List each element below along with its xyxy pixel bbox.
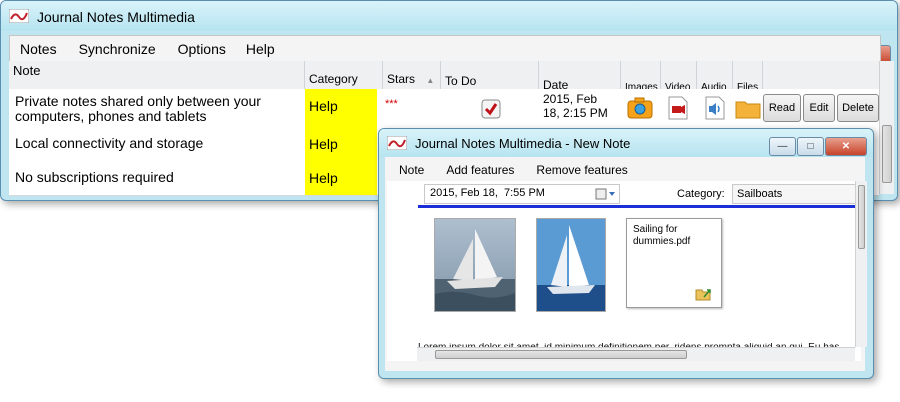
menu-note[interactable]: Note (385, 163, 434, 177)
category-select[interactable]: Sailboats (732, 184, 862, 204)
note-cell: Private notes shared only between your c… (15, 93, 261, 124)
column-images[interactable]: Images (621, 61, 661, 93)
new-note-menubar: Note Add features Remove features (385, 159, 638, 181)
category-label: Category: (677, 188, 725, 200)
folder-icon[interactable] (735, 99, 761, 119)
main-titlebar[interactable]: Journal Notes Multimedia (1, 1, 897, 31)
todo-cell[interactable] (441, 89, 539, 127)
main-window-title: Journal Notes Multimedia (37, 9, 195, 25)
stars-cell: *** (385, 98, 398, 110)
calendar-dropdown-icon[interactable] (595, 188, 617, 200)
main-vertical-scrollbar[interactable] (879, 61, 894, 194)
grid-header: Note Category Stars ▲ To Do Date Images … (9, 61, 879, 93)
note-editor: 2015, Feb 18, 7:55 PM Category: Sailboat… (387, 181, 862, 361)
files-cell[interactable] (733, 89, 763, 127)
camera-icon[interactable] (627, 97, 653, 119)
column-category[interactable]: Category (305, 61, 383, 89)
menu-add-features[interactable]: Add features (434, 163, 524, 177)
delete-button[interactable]: Delete (837, 94, 879, 122)
app-logo-icon (9, 9, 29, 23)
date-picker-value: 2015, Feb 18, 7:55 PM (430, 187, 545, 199)
note-cell: No subscriptions required (15, 169, 174, 185)
attachment-file-name: Sailing for dummies.pdf (633, 224, 691, 247)
accent-divider (418, 205, 861, 208)
column-note[interactable]: Note (9, 61, 305, 89)
category-select-value: Sailboats (737, 188, 783, 200)
audio-cell[interactable] (697, 89, 733, 127)
new-note-client: Note Add features Remove features 2015, … (385, 157, 867, 371)
speaker-icon[interactable] (704, 96, 726, 120)
column-todo[interactable]: To Do (441, 61, 539, 89)
category-cell: Help (305, 161, 377, 195)
menu-options[interactable]: Options (166, 41, 236, 57)
new-note-window: Journal Notes Multimedia - New Note — □ … (378, 128, 874, 379)
menu-notes[interactable]: Notes (10, 41, 67, 57)
stars-label: Stars (387, 72, 416, 86)
main-menubar: Notes Synchronize Options Help (9, 35, 881, 63)
column-video[interactable]: Video (661, 61, 697, 93)
column-stars[interactable]: Stars ▲ (383, 61, 441, 89)
sailboat-photo-2[interactable] (536, 218, 606, 312)
read-button[interactable]: Read (763, 94, 801, 122)
column-files[interactable]: Files (733, 61, 763, 93)
main-scroll-thumb[interactable] (882, 125, 892, 183)
note-scroll-thumb[interactable] (858, 185, 865, 249)
date-cell: 2015, Feb 18, 2:15 PM (543, 92, 608, 120)
video-cell[interactable] (661, 89, 697, 127)
category-cell: Help (305, 127, 377, 161)
pdf-attachment-card[interactable]: Sailing for dummies.pdf (626, 218, 722, 308)
new-note-window-title: Journal Notes Multimedia - New Note (415, 136, 631, 151)
close-button[interactable]: ✕ (825, 137, 867, 156)
column-date[interactable]: Date (539, 61, 621, 92)
date-picker[interactable]: 2015, Feb 18, 7:55 PM (424, 184, 620, 204)
note-cell: Local connectivity and storage (15, 135, 204, 151)
note-hscroll-thumb[interactable] (435, 350, 687, 359)
menu-help[interactable]: Help (236, 41, 285, 57)
table-row[interactable]: Private notes shared only between your c… (9, 89, 879, 128)
column-audio[interactable]: Audio (697, 61, 733, 93)
edit-button[interactable]: Edit (803, 94, 835, 122)
new-note-window-controls: — □ ✕ (769, 137, 867, 156)
category-cell: Help (305, 89, 377, 127)
checkbox-checked-icon[interactable] (481, 99, 501, 119)
menu-synchronize[interactable]: Synchronize (67, 41, 166, 57)
note-vertical-scrollbar[interactable] (855, 181, 867, 347)
video-icon[interactable] (667, 96, 689, 120)
minimize-button[interactable]: — (769, 137, 796, 156)
open-folder-icon[interactable] (695, 287, 713, 301)
menu-remove-features[interactable]: Remove features (524, 163, 637, 177)
app-logo-icon (387, 136, 407, 150)
note-horizontal-scrollbar[interactable] (417, 347, 855, 361)
maximize-button[interactable]: □ (797, 137, 824, 156)
sort-arrow-icon: ▲ (426, 76, 435, 85)
sailboat-photo-1[interactable] (434, 218, 516, 312)
images-cell[interactable] (621, 89, 661, 127)
